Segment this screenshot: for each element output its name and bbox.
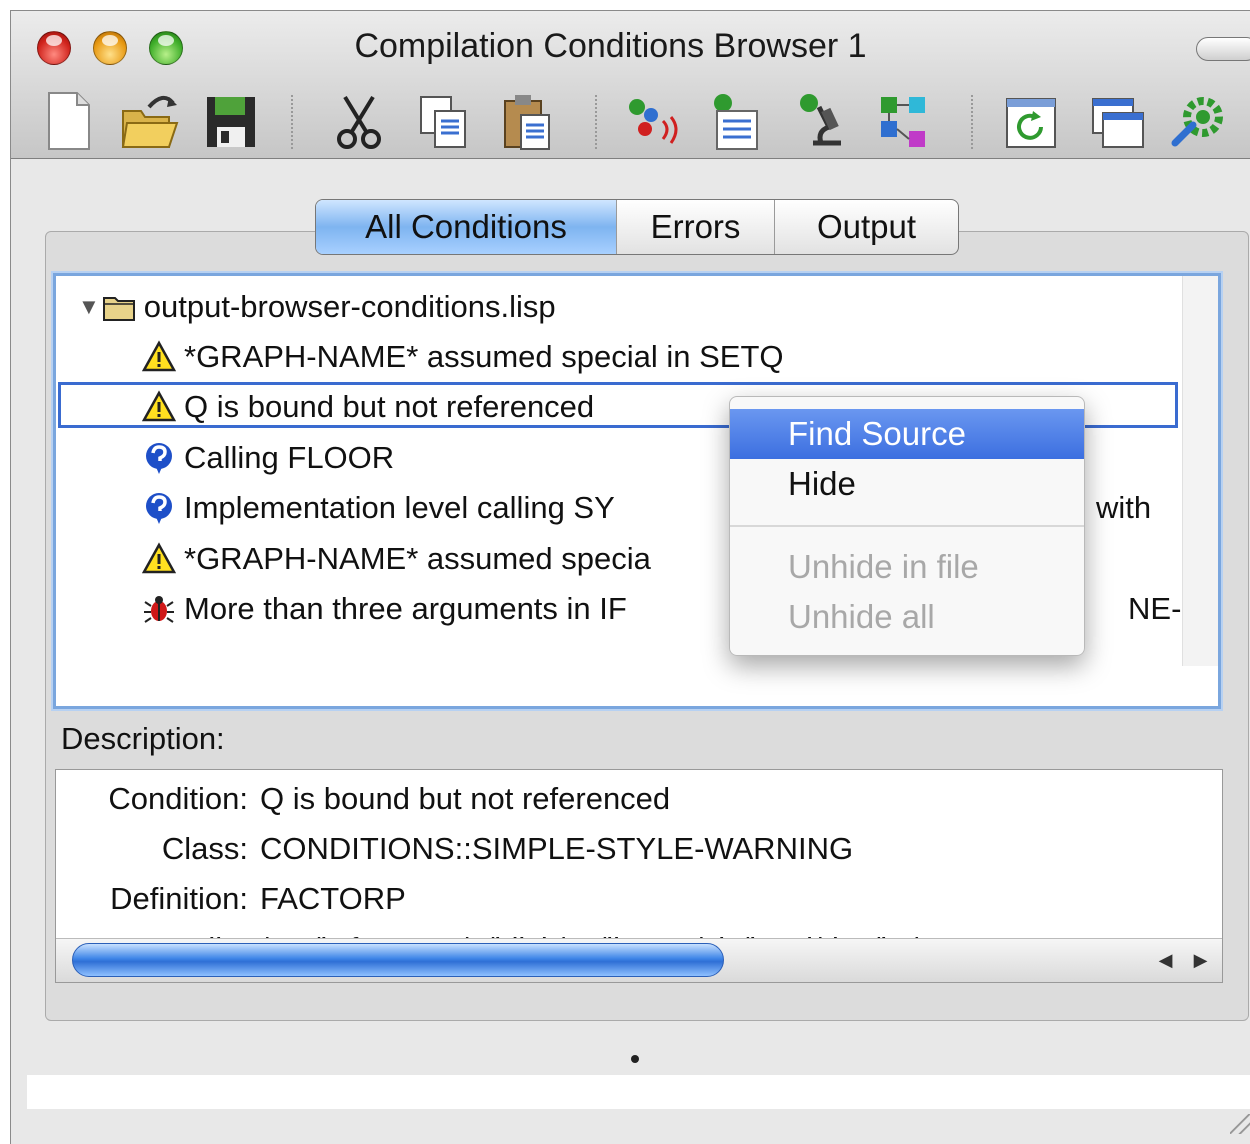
tree-row-selected[interactable]: Q is bound but not referenced — [141, 382, 595, 432]
progress-indicator — [631, 1055, 639, 1063]
description-row-condition: Condition: Q is bound but not referenced — [56, 774, 1222, 824]
preferences-gear-icon[interactable] — [1169, 87, 1229, 155]
description-row-definition: Definition: FACTORP — [56, 874, 1222, 924]
tree-row-label: Implementation level calling SY — [184, 490, 615, 525]
tree-row-label: *GRAPH-NAME* assumed specia — [184, 541, 651, 576]
tree-row-suffix: with — [1096, 490, 1152, 525]
description-pane[interactable]: Condition: Q is bound but not referenced… — [55, 769, 1223, 983]
save-icon[interactable] — [201, 87, 261, 155]
class-key: Class: — [161, 831, 248, 866]
browser-window: Compilation Conditions Browser 1 All Con… — [10, 10, 1250, 1144]
tree-scrollbar[interactable] — [1182, 276, 1218, 666]
tab-errors[interactable]: Errors — [616, 200, 774, 254]
tree-row[interactable]: *GRAPH-NAME* assumed special in SETQ — [141, 332, 784, 382]
tree-row[interactable]: Implementation level calling SY with — [142, 483, 1151, 533]
tree-row[interactable]: *GRAPH-NAME* assumed specia — [141, 534, 651, 584]
scroll-arrows: ◀ ▶ — [1148, 943, 1218, 977]
tree-row[interactable]: More than three arguments in IF NE- — [142, 584, 1181, 634]
info-icon — [142, 491, 176, 525]
menu-item-find-source[interactable]: Find Source — [730, 409, 1084, 459]
debug-microscope-icon[interactable] — [789, 87, 849, 155]
info-icon — [142, 441, 176, 475]
copy-icon[interactable] — [413, 87, 473, 155]
tree-row-label: Q is bound but not referenced — [184, 389, 595, 424]
menu-item-hide[interactable]: Hide — [730, 459, 1084, 509]
cut-icon[interactable] — [329, 87, 389, 155]
tab-all-conditions[interactable]: All Conditions — [316, 200, 616, 254]
toolbar-toggle-button[interactable] — [1196, 37, 1250, 61]
bug-icon — [142, 592, 176, 626]
description-row-class: Class: CONDITIONS::SIMPLE-STYLE-WARNING — [56, 824, 1222, 874]
disclosure-triangle-icon[interactable]: ▼ — [78, 294, 100, 320]
windows-icon[interactable] — [1087, 87, 1147, 155]
status-bar — [27, 1075, 1250, 1109]
refresh-icon[interactable] — [1001, 87, 1061, 155]
tree-row[interactable]: Calling FLOOR — [142, 433, 394, 483]
open-folder-icon[interactable] — [119, 87, 179, 155]
tree-row-label: *GRAPH-NAME* assumed special in SETQ — [184, 339, 784, 374]
tree-row-label: More than three arguments in IF — [184, 591, 627, 626]
warning-icon — [141, 542, 177, 576]
classes-graph-icon[interactable] — [873, 87, 933, 155]
resize-grip-icon[interactable] — [1230, 1114, 1250, 1134]
warning-icon — [141, 390, 177, 424]
definition-key: Definition: — [110, 881, 248, 916]
tab-output[interactable]: Output — [774, 200, 958, 254]
tree-file-label: output-browser-conditions.lisp — [143, 289, 556, 324]
condition-key: Condition: — [108, 781, 248, 816]
scroll-left-icon[interactable]: ◀ — [1159, 950, 1173, 971]
menu-item-unhide-in-file: Unhide in file — [788, 548, 979, 585]
browse-list-icon[interactable] — [705, 87, 765, 155]
horizontal-scrollbar[interactable]: ◀ ▶ — [56, 938, 1222, 982]
scroll-right-icon[interactable]: ▶ — [1194, 950, 1208, 971]
new-document-icon[interactable] — [39, 87, 99, 155]
description-label: Description: — [61, 721, 225, 756]
condition-value: Q is bound but not referenced — [260, 781, 671, 816]
window-title: Compilation Conditions Browser 1 — [354, 27, 867, 65]
context-menu: Find Source Hide Unhide in file Unhide a… — [729, 396, 1085, 656]
scrollbar-thumb[interactable] — [72, 943, 724, 977]
folder-icon — [102, 290, 136, 324]
menu-separator — [730, 525, 1084, 527]
warning-icon — [141, 340, 177, 374]
title-toolbar: Compilation Conditions Browser 1 — [11, 11, 1250, 159]
menu-item-unhide-all: Unhide all — [788, 598, 935, 635]
paste-icon[interactable] — [497, 87, 557, 155]
tree-file-node[interactable]: ▼ output-browser-conditions.lisp — [78, 282, 556, 332]
definition-value: FACTORP — [260, 881, 406, 916]
tab-bar: All Conditions Errors Output — [315, 199, 959, 255]
inspect-conditions-icon[interactable] — [623, 87, 683, 155]
tree-row-label: Calling FLOOR — [184, 440, 395, 475]
class-value: CONDITIONS::SIMPLE-STYLE-WARNING — [260, 831, 854, 866]
